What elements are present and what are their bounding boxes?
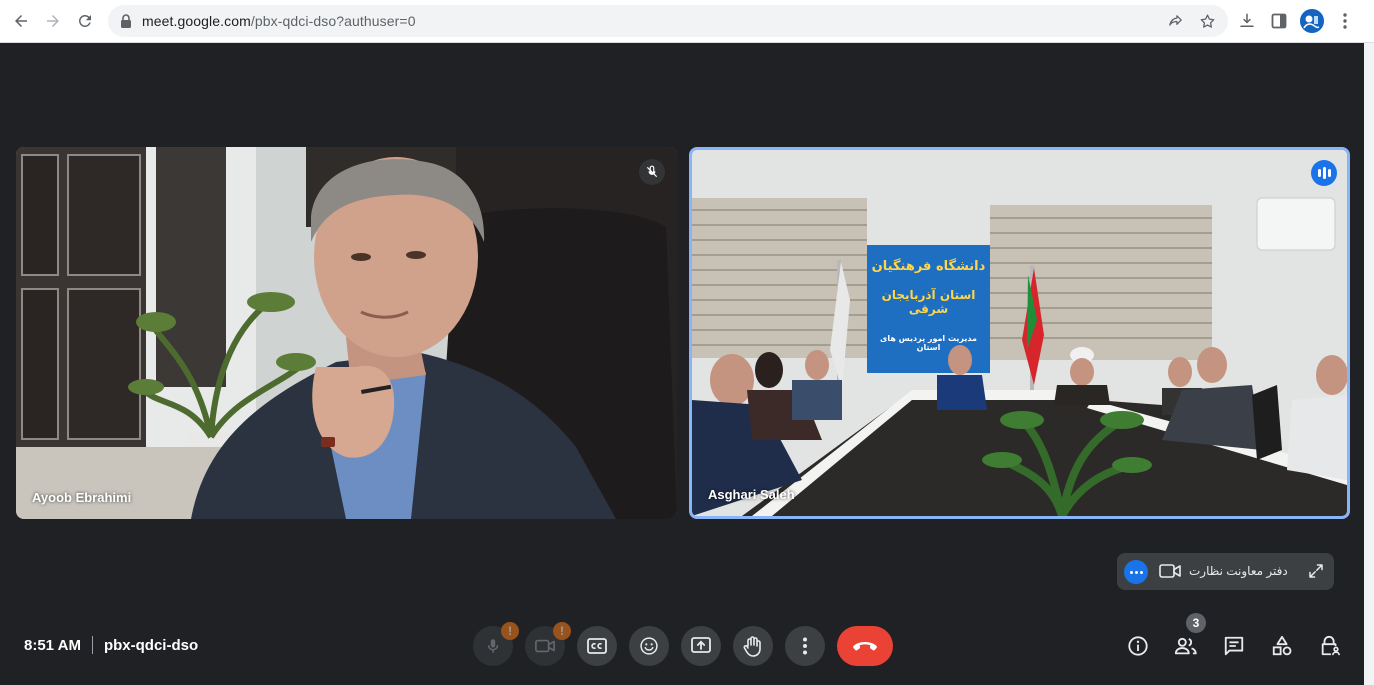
url-path: /pbx-qdci-dso?authuser=0	[250, 13, 416, 29]
present-screen-icon	[691, 637, 711, 653]
banner-line-2: استان آذربایجان شرقی	[881, 288, 976, 316]
participant-count-badge: 3	[1186, 613, 1206, 633]
reload-icon	[78, 14, 91, 27]
dot	[1129, 570, 1133, 574]
download-icon	[1240, 13, 1254, 27]
arrow-forward-icon	[47, 15, 59, 27]
side-panel-button[interactable]	[1269, 11, 1289, 31]
reload-button[interactable]	[72, 8, 98, 34]
dot	[1139, 570, 1143, 574]
shapes-icon	[1272, 635, 1292, 656]
url-host: meet.google.com	[142, 13, 251, 29]
raise-hand-button[interactable]	[733, 626, 773, 666]
participant-tile-ayoob[interactable]: Ayoob Ebrahimi	[16, 147, 677, 519]
meeting-details: 8:51 AM pbx-qdci-dso	[24, 636, 198, 654]
reactions-button[interactable]	[629, 626, 669, 666]
profile-avatar[interactable]	[1300, 9, 1324, 33]
more-options-button[interactable]	[785, 626, 825, 666]
room-banner: دانشگاه فرهنگیان استان آذربایجان شرقی مد…	[867, 245, 990, 373]
speaking-indicator	[1311, 160, 1337, 186]
browser-toolbar: meet.google.com/pbx-qdci-dso?authuser=0	[0, 0, 1374, 43]
meeting-time: 8:51 AM	[24, 636, 81, 654]
mic-icon	[487, 639, 499, 653]
dot	[1134, 570, 1138, 574]
vertical-dots-icon	[1343, 13, 1347, 29]
lock-person-icon	[1321, 635, 1340, 656]
host-controls-button[interactable]	[1318, 634, 1342, 658]
video-camera-icon	[1159, 564, 1181, 578]
audio-level-bar	[1327, 169, 1331, 177]
self-view-options-button[interactable]	[1124, 560, 1148, 584]
participant-tile-asghari[interactable]: دانشگاه فرهنگیان استان آذربایجان شرقی مد…	[689, 147, 1350, 519]
participant-name: Ayoob Ebrahimi	[32, 490, 132, 505]
chat-button[interactable]	[1222, 634, 1246, 658]
audio-level-bar	[1317, 169, 1321, 177]
vertical-dots-icon	[803, 637, 807, 655]
expand-icon	[1309, 564, 1323, 578]
mic-warning-badge: !	[501, 622, 519, 640]
closed-captions-icon	[587, 638, 607, 654]
page-scroll-edge	[1364, 43, 1374, 685]
activities-button[interactable]	[1270, 634, 1294, 658]
forward-button[interactable]	[40, 8, 66, 34]
lock-icon	[121, 14, 131, 28]
address-bar[interactable]: meet.google.com/pbx-qdci-dso?authuser=0	[108, 5, 1228, 37]
audio-level-bar	[1322, 167, 1326, 179]
muted-indicator	[639, 159, 665, 185]
video-camera-icon	[535, 639, 555, 653]
captions-button[interactable]	[577, 626, 617, 666]
people-button[interactable]	[1174, 634, 1198, 658]
info-icon	[1128, 636, 1148, 656]
participant-video	[692, 150, 1347, 516]
banner-line-1: دانشگاه فرهنگیان	[871, 259, 986, 274]
downloads-button[interactable]	[1237, 11, 1257, 31]
side-panel-icon	[1271, 13, 1287, 29]
arrow-back-icon	[15, 15, 27, 27]
share-button[interactable]	[1166, 12, 1184, 30]
self-view-tile[interactable]: دفتر معاونت نظارت	[1117, 553, 1334, 590]
leave-call-button[interactable]	[837, 626, 893, 666]
camera-off-indicator	[1159, 563, 1181, 584]
camera-button[interactable]: !	[525, 622, 571, 666]
divider	[91, 636, 93, 654]
banner-line-3: مدیریت امور پردیس های استان	[880, 334, 977, 352]
participant-name: Asghari Saleh	[708, 487, 795, 502]
present-screen-button[interactable]	[681, 626, 721, 666]
meeting-code: pbx-qdci-dso	[103, 636, 199, 654]
avatar-icon	[1300, 9, 1324, 33]
emoji-icon	[640, 637, 658, 655]
hand-icon	[743, 636, 761, 657]
url-text: meet.google.com/pbx-qdci-dso?authuser=0	[142, 13, 416, 29]
hang-up-icon	[853, 642, 877, 651]
microphone-button[interactable]: !	[473, 622, 519, 666]
browser-menu-button[interactable]	[1335, 11, 1355, 31]
expand-self-view-button[interactable]	[1307, 562, 1325, 585]
chat-icon	[1224, 636, 1244, 656]
self-view-name: دفتر معاونت نظارت	[1189, 564, 1288, 578]
camera-warning-badge: !	[553, 622, 571, 640]
meeting-details-button[interactable]	[1126, 634, 1150, 658]
share-icon	[1168, 14, 1182, 26]
mic-off-icon	[646, 165, 658, 178]
bookmark-button[interactable]	[1198, 12, 1216, 30]
star-icon	[1200, 13, 1214, 28]
people-icon	[1174, 637, 1197, 655]
back-button[interactable]	[8, 8, 34, 34]
participant-video	[16, 147, 677, 519]
